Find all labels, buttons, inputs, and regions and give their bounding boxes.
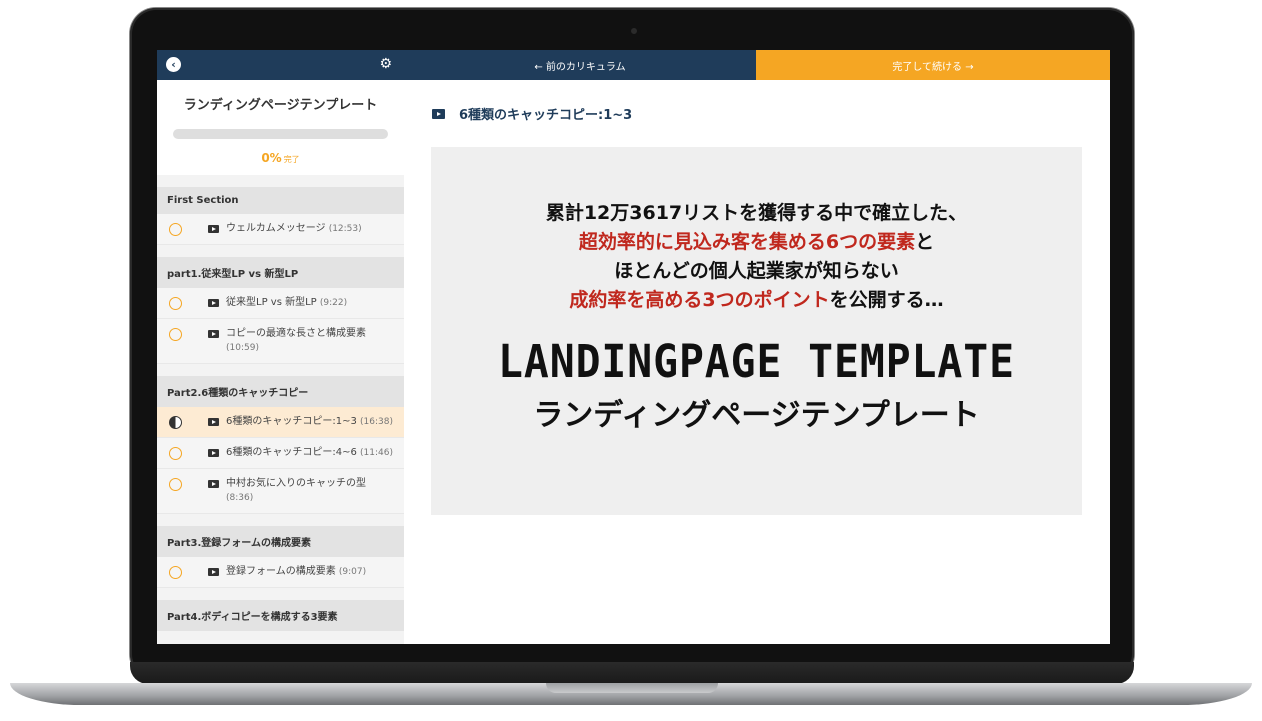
curriculum-sidebar: ‹ ⚙ ランディングページテンプレート 0% 完了 First Section ウェ… [157,50,405,644]
lesson-item[interactable]: 中村お気に入りのキャッチの型 (8:36) [157,469,404,514]
curriculum-section: Part4.ボディコピーを構成する3要素 [157,600,404,631]
hero-line-4-highlight: 成約率を高める3つのポイント [569,289,830,311]
progress-bar [173,129,388,139]
lesson-item[interactable]: 登録フォームの構成要素 (9:07) [157,557,404,588]
lesson-duration: (10:59) [226,343,259,353]
video-icon [208,330,219,338]
video-icon [432,108,445,119]
lesson-duration: (16:38) [360,417,393,427]
video-icon [208,480,219,488]
chevron-left-icon[interactable]: ‹ [166,57,181,72]
lesson-title: 6種類のキャッチコピー:1~3 [226,416,357,427]
lesson-item[interactable]: 6種類のキャッチコピー:1~3 (16:38) [157,407,404,438]
circle-icon [169,478,182,491]
lesson-item[interactable]: 従来型LP vs 新型LP (9:22) [157,288,404,319]
lesson-nav: ← 前のカリキュラム 完了して続ける → [404,50,1110,80]
lesson-title: 6種類のキャッチコピー:4~6 [226,447,357,458]
lesson-body: 6種類のキャッチコピー:1~3 (16:38) [208,415,393,429]
lesson-body: 従来型LP vs 新型LP (9:22) [208,296,347,310]
laptop-notch [546,683,718,693]
lesson-duration: (11:46) [360,448,393,458]
curriculum-section: part1.従来型LP vs 新型LP 従来型LP vs 新型LP (9:22) コ… [157,257,404,364]
hero-line-3: ほとんどの個人起業家が知らない [614,260,899,282]
lesson-body: ウェルカムメッセージ (12:53) [208,222,362,236]
lesson-duration: (12:53) [328,224,362,234]
previous-lesson-button[interactable]: ← 前のカリキュラム [404,50,756,80]
curriculum-section: Part2.6種類のキャッチコピー 6種類のキャッチコピー:1~3 (16:38)… [157,376,404,514]
hero-line-2-suffix: と [915,231,935,253]
screen: ‹ ⚙ ランディングページテンプレート 0% 完了 First Section ウェ… [157,50,1110,644]
video-icon [208,418,219,426]
lesson-body: コピーの最適な長さと構成要素 (10:59) [208,327,394,355]
laptop-chin [130,662,1134,684]
curriculum-section: Part3.登録フォームの構成要素登録フォームの構成要素 (9:07) [157,526,404,588]
lesson-text: ウェルカムメッセージ (12:53) [226,222,362,236]
hero-copy: 累計12万3617リストを獲得する中で確立した、 超効率的に見込み客を集める6つ… [431,199,1082,315]
section-title: Part4.ボディコピーを構成する3要素 [157,600,404,631]
section-title: Part3.登録フォームの構成要素 [157,526,404,557]
lesson-item[interactable]: ウェルカムメッセージ (12:53) [157,214,404,245]
circle-icon [169,566,182,579]
hero-line-2: 超効率的に見込み客を集める6つの要素と [431,228,1082,257]
lesson-main: ← 前のカリキュラム 完了して続ける → 6種類のキャッチコピー:1~3 累計1… [404,50,1110,644]
hero-title-jp: ランディングページテンプレート [533,398,980,433]
lesson-hero-image: 累計12万3617リストを獲得する中で確立した、 超効率的に見込み客を集める6つ… [431,147,1082,515]
progress-value: 0% [261,151,282,165]
hero-line-1: 累計12万3617リストを獲得する中で確立した、 [545,202,968,224]
hero-title-en: LANDINGPAGE TEMPLATE [498,335,1015,388]
camera-dot [631,28,637,34]
lesson-title: 従来型LP vs 新型LP [226,297,317,308]
course-header: ランディングページテンプレート 0% 完了 [157,80,404,175]
video-icon [208,449,219,457]
course-title: ランディングページテンプレート [183,98,378,113]
circle-icon [169,223,182,236]
progress-text: 0% 完了 [169,151,392,165]
lesson-body: 登録フォームの構成要素 (9:07) [208,565,366,579]
lesson-title: 6種類のキャッチコピー:1~3 [459,108,633,123]
sidebar-topbar: ‹ ⚙ [157,50,404,80]
section-list: First Section ウェルカムメッセージ (12:53) part1.従来型… [157,187,404,631]
hero-line-2-highlight: 超効率的に見込み客を集める6つの要素 [578,231,916,253]
video-icon [208,225,219,233]
curriculum-section: First Section ウェルカムメッセージ (12:53) [157,187,404,245]
circle-icon [169,297,182,310]
lesson-duration: (9:22) [319,298,348,308]
lesson-title: 登録フォームの構成要素 [226,566,336,577]
lesson-body: 中村お気に入りのキャッチの型 (8:36) [208,477,394,505]
hero-line-4: 成約率を高める3つのポイントを公開する… [431,286,1082,315]
half-circle-icon [169,416,182,429]
lesson-body: 6種類のキャッチコピー:4~6 (11:46) [208,446,393,460]
lesson-title: ウェルカムメッセージ [226,223,326,234]
section-title: Part2.6種類のキャッチコピー [157,376,404,407]
lesson-duration: (9:07) [338,567,367,577]
gear-icon[interactable]: ⚙ [379,56,392,73]
lesson-text: 従来型LP vs 新型LP (9:22) [226,296,347,310]
circle-icon [169,328,182,341]
progress-suffix: 完了 [283,155,300,164]
lesson-text: 登録フォームの構成要素 (9:07) [226,565,366,579]
lesson-item[interactable]: コピーの最適な長さと構成要素 (10:59) [157,319,404,364]
lesson-heading: 6種類のキャッチコピー:1~3 [432,104,1110,123]
video-icon [208,568,219,576]
video-icon [208,299,219,307]
section-title: First Section [157,187,404,214]
complete-and-continue-button[interactable]: 完了して続ける → [756,50,1110,80]
lesson-title: コピーの最適な長さと構成要素 [226,328,366,339]
lesson-text: 6種類のキャッチコピー:1~3 (16:38) [226,415,393,429]
hero-line-4-suffix: を公開する… [829,289,944,311]
lesson-text: コピーの最適な長さと構成要素 (10:59) [226,327,394,355]
lesson-item[interactable]: 6種類のキャッチコピー:4~6 (11:46) [157,438,404,469]
lesson-text: 6種類のキャッチコピー:4~6 (11:46) [226,446,393,460]
section-title: part1.従来型LP vs 新型LP [157,257,404,288]
lesson-duration: (8:36) [226,493,254,503]
circle-icon [169,447,182,460]
lesson-title: 中村お気に入りのキャッチの型 [226,478,366,489]
lesson-text: 中村お気に入りのキャッチの型 (8:36) [226,477,394,505]
